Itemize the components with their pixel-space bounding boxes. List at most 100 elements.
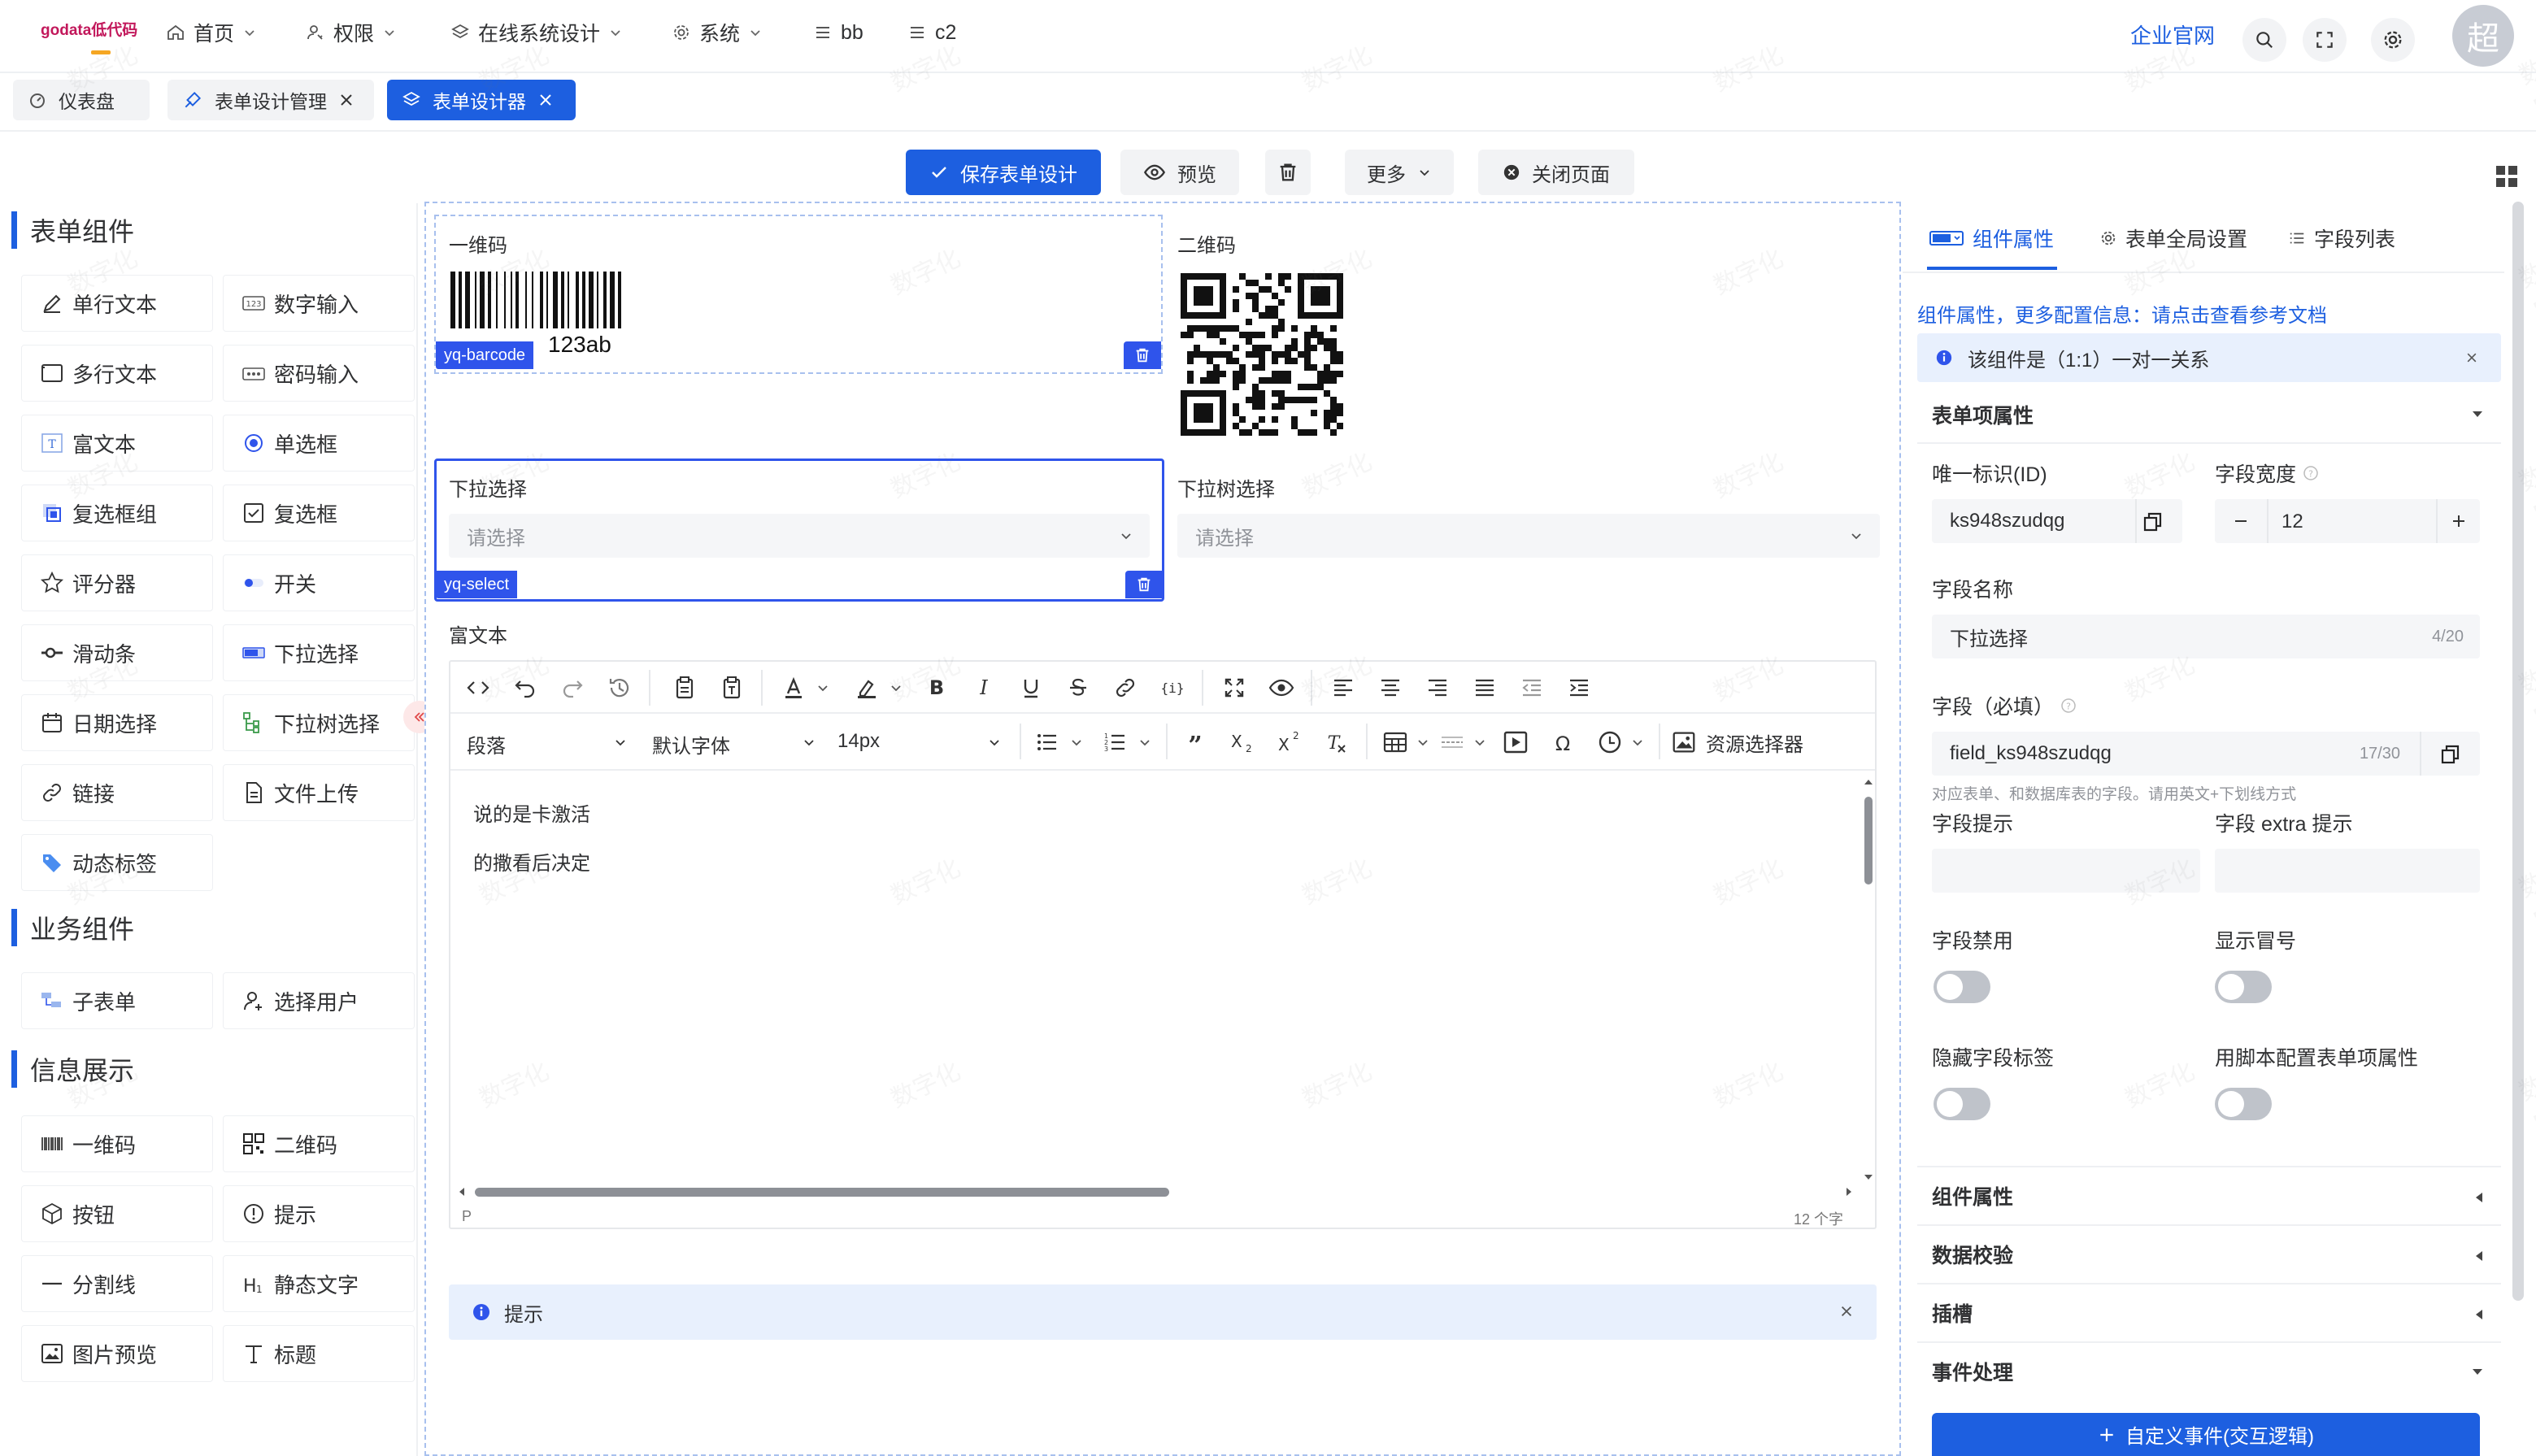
editor-line[interactable]: 的撒看后决定	[473, 847, 590, 876]
media-icon[interactable]	[1501, 728, 1530, 757]
palette-item-switch[interactable]: 开关	[223, 554, 415, 611]
save-form-button[interactable]: 保存表单设计	[906, 150, 1101, 195]
chevron-down-icon[interactable]	[888, 673, 904, 702]
app-logo[interactable]: godata低代码	[41, 18, 137, 40]
chevron-down-icon[interactable]	[1415, 728, 1431, 757]
datetime-icon[interactable]	[1595, 728, 1625, 757]
hscroll-thumb[interactable]	[475, 1188, 1169, 1197]
menu-online-design[interactable]: 在线系统设计	[450, 18, 623, 47]
bold-icon[interactable]: B	[922, 673, 951, 702]
palette-item-checkbox[interactable]: 复选框	[223, 485, 415, 541]
page-scrollbar[interactable]	[2512, 202, 2524, 1301]
script-switch[interactable]	[2215, 1088, 2272, 1120]
dropdown-delete-button[interactable]	[1125, 571, 1163, 598]
richtext-editor[interactable]: B I {i} 段落 默认字体 14px 123 ” X 2 X 2 T Ω 资…	[449, 660, 1877, 1229]
paragraph-select[interactable]: 段落	[467, 730, 626, 758]
code-block-icon[interactable]: {i}	[1158, 673, 1187, 702]
user-avatar[interactable]: 超	[2452, 5, 2514, 67]
palette-item-slider[interactable]: 滑动条	[21, 624, 213, 681]
palette-item-password[interactable]: 密码输入	[223, 345, 415, 402]
editor-line[interactable]: 说的是卡激活	[473, 798, 590, 827]
collapse-form-item-props[interactable]: 表单项属性	[1917, 385, 2501, 444]
tip-input[interactable]	[1932, 849, 2200, 893]
indent-icon[interactable]	[1564, 673, 1594, 702]
tab-form-designer[interactable]: 表单设计器	[387, 80, 576, 120]
palette-item-subform[interactable]: 子表单	[21, 972, 213, 1029]
resource-picker-button[interactable]: 资源选择器	[1670, 728, 1803, 757]
align-center-icon[interactable]	[1376, 673, 1405, 702]
collapse-slots[interactable]: 插槽	[1917, 1283, 2501, 1341]
colon-switch[interactable]	[2215, 971, 2272, 1003]
palette-item-richtext[interactable]: T 富文本	[21, 415, 213, 472]
chevron-down-icon[interactable]	[815, 673, 831, 702]
width-stepper[interactable]: 12	[2215, 499, 2480, 543]
preview-eye-icon[interactable]	[1267, 673, 1296, 702]
palette-item-title[interactable]: 标题	[223, 1325, 415, 1382]
outdent-icon[interactable]	[1517, 673, 1546, 702]
palette-item-checkbox-group[interactable]: 复选框组	[21, 485, 213, 541]
strikethrough-icon[interactable]	[1064, 673, 1093, 702]
palette-item-number-input[interactable]: 123 数字输入	[223, 275, 415, 332]
palette-item-multi-text[interactable]: 多行文本	[21, 345, 213, 402]
tab-dashboard[interactable]: 仪表盘	[13, 80, 150, 120]
menu-bb[interactable]: bb	[813, 18, 863, 47]
paste-icon[interactable]	[670, 673, 699, 702]
delete-button[interactable]	[1265, 150, 1311, 195]
italic-icon[interactable]: I	[969, 673, 998, 702]
bullet-list-icon[interactable]	[1033, 728, 1062, 757]
table-icon[interactable]	[1381, 728, 1410, 757]
blockquote-icon[interactable]: ”	[1181, 728, 1210, 757]
palette-item-image-preview[interactable]: 图片预览	[21, 1325, 213, 1382]
tab-form-design-manage[interactable]: 表单设计管理	[167, 80, 374, 120]
menu-permission[interactable]: 权限	[306, 18, 397, 47]
id-input[interactable]: ks948szudqg	[1932, 499, 2182, 543]
palette-item-dynamic-tag[interactable]: 动态标签	[21, 834, 213, 891]
special-char-icon[interactable]: Ω	[1548, 728, 1577, 757]
palette-item-file-upload[interactable]: 文件上传	[223, 764, 415, 821]
tab-field-list[interactable]: 字段列表	[2288, 218, 2395, 259]
collapse-validation[interactable]: 数据校验	[1917, 1224, 2501, 1283]
close-icon[interactable]	[537, 92, 554, 108]
chevron-down-icon[interactable]	[1137, 728, 1153, 757]
link-icon[interactable]	[1111, 673, 1140, 702]
custom-event-button[interactable]: 自定义事件(交互逻辑)	[1932, 1413, 2480, 1456]
collapse-component-props[interactable]: 组件属性	[1917, 1166, 2501, 1224]
align-left-icon[interactable]	[1329, 673, 1358, 702]
editor-horizontal-scrollbar[interactable]	[455, 1185, 1855, 1198]
palette-item-date[interactable]: 日期选择	[21, 694, 213, 751]
numbered-list-icon[interactable]: 123	[1101, 728, 1130, 757]
fullscreen-icon[interactable]	[1220, 673, 1249, 702]
tab-component-props[interactable]: 组件属性	[1929, 218, 2054, 259]
palette-item-rate[interactable]: 评分器	[21, 554, 213, 611]
extra-input[interactable]	[2215, 849, 2480, 893]
barcode-delete-button[interactable]	[1124, 341, 1161, 369]
history-icon[interactable]	[605, 673, 634, 702]
font-color-icon[interactable]	[779, 673, 808, 702]
close-icon[interactable]	[2465, 351, 2478, 364]
official-site-link[interactable]: 企业官网	[2130, 20, 2215, 50]
alert-widget[interactable]: 提示	[449, 1284, 1877, 1340]
subscript-icon[interactable]: X2	[1228, 728, 1257, 757]
doc-link[interactable]: 组件属性，更多配置信息：请点击查看参考文档	[1917, 299, 2327, 328]
palette-item-link[interactable]: 链接	[21, 764, 213, 821]
scroll-thumb[interactable]	[1864, 797, 1873, 884]
code-view-icon[interactable]	[463, 673, 493, 702]
preview-button[interactable]: 预览	[1120, 150, 1239, 195]
palette-item-alert[interactable]: 提示	[223, 1185, 415, 1242]
fullscreen-button[interactable]	[2303, 18, 2347, 62]
menu-system[interactable]: 系统	[672, 18, 763, 47]
disabled-switch[interactable]	[1934, 971, 1990, 1003]
copy-icon[interactable]	[2439, 743, 2462, 766]
palette-item-radio[interactable]: 单选框	[223, 415, 415, 472]
font-family-select[interactable]: 默认字体	[652, 730, 820, 758]
palette-item-barcode[interactable]: 一维码	[21, 1115, 213, 1172]
palette-item-button[interactable]: 按钮	[21, 1185, 213, 1242]
hide-label-switch[interactable]	[1934, 1088, 1990, 1120]
help-icon[interactable]: ?	[2060, 698, 2077, 714]
chevron-down-icon[interactable]	[1068, 728, 1085, 757]
highlight-icon[interactable]	[852, 673, 881, 702]
align-right-icon[interactable]	[1423, 673, 1452, 702]
palette-item-tree-select[interactable]: 下拉树选择	[223, 694, 415, 751]
palette-item-select-user[interactable]: 选择用户	[223, 972, 415, 1029]
tab-global-settings[interactable]: 表单全局设置	[2099, 218, 2247, 259]
